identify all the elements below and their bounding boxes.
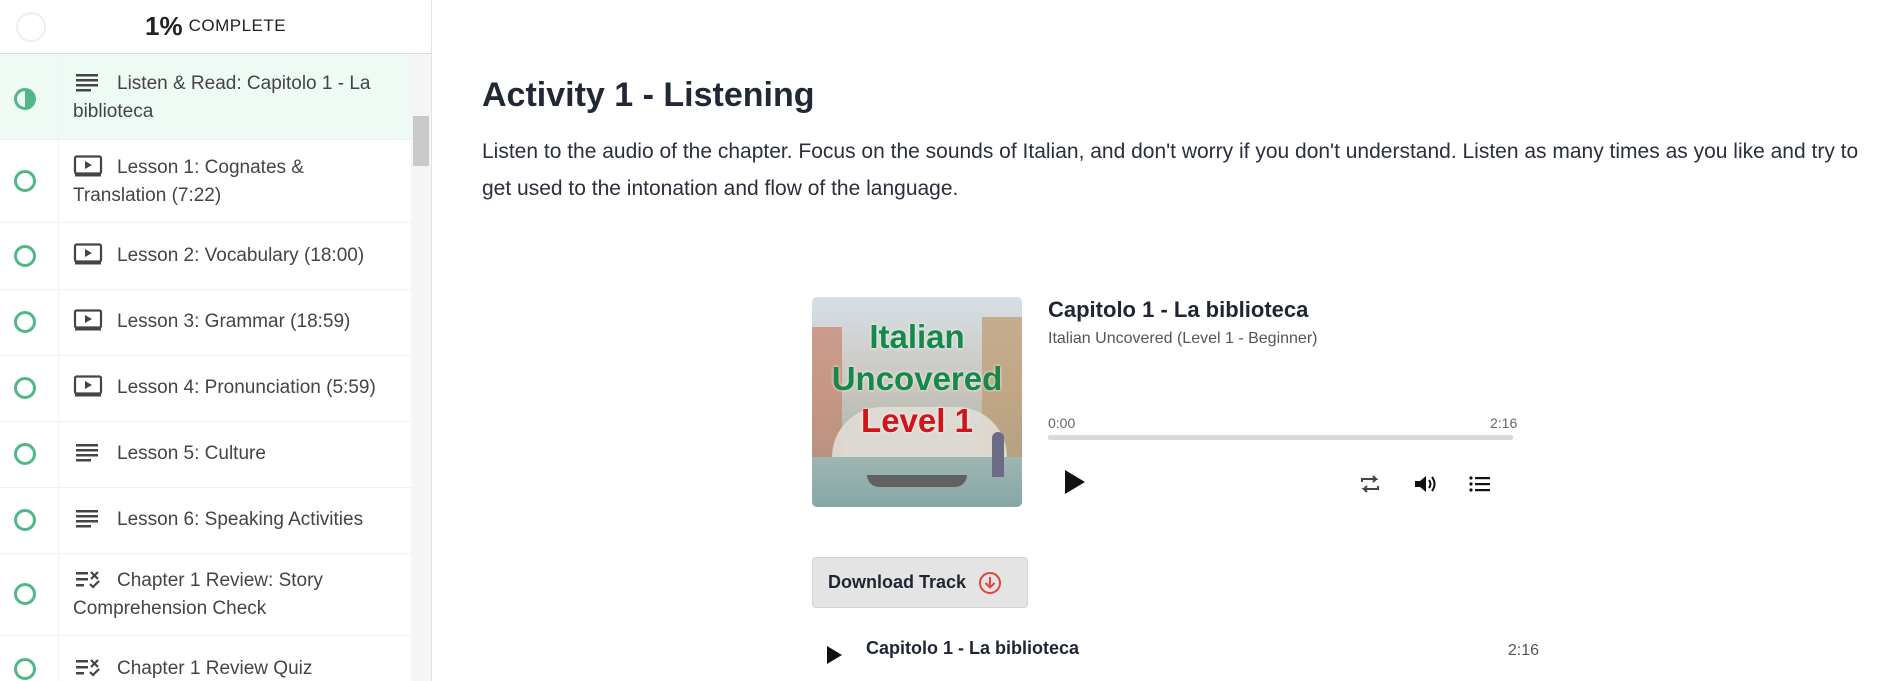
page-title: Activity 1 - Listening — [482, 76, 815, 114]
scrollbar-thumb[interactable] — [413, 116, 429, 166]
incomplete-status-icon — [14, 509, 36, 531]
seek-bar[interactable] — [1048, 435, 1513, 440]
video-icon — [73, 155, 103, 177]
lesson-label: Lesson 2: Vocabulary (18:00) — [117, 245, 365, 266]
play-icon[interactable] — [824, 644, 844, 666]
audio-player: Italian Uncovered Level 1 Capitolo 1 - L… — [812, 297, 1547, 507]
incomplete-status-icon — [14, 311, 36, 333]
video-icon — [73, 375, 103, 397]
lesson-item-listen-read[interactable]: Listen & Read: Capitolo 1 - La bibliotec… — [0, 54, 411, 140]
lesson-item-review-quiz[interactable]: Chapter 1 Review Quiz — [0, 636, 411, 681]
track-list-item[interactable]: Capitolo 1 - La biblioteca 2:16 — [812, 630, 1547, 670]
incomplete-status-icon — [14, 245, 36, 267]
main-content: Activity 1 - Listening Listen to the aud… — [432, 0, 1887, 681]
quiz-icon — [76, 659, 100, 677]
lesson-label: Chapter 1 Review Quiz — [117, 658, 313, 679]
progress-header: 1% COMPLETE — [0, 0, 431, 54]
lesson-item-cognates[interactable]: Lesson 1: Cognates & Translation (7:22) — [0, 140, 411, 223]
incomplete-status-icon — [14, 170, 36, 192]
lesson-label: Lesson 3: Grammar (18:59) — [117, 311, 351, 332]
download-icon — [979, 571, 1002, 594]
lesson-item-grammar[interactable]: Lesson 3: Grammar (18:59) — [0, 289, 411, 356]
incomplete-status-icon — [14, 583, 36, 605]
activity-description: Listen to the audio of the chapter. Focu… — [482, 140, 1859, 200]
incomplete-status-icon — [14, 658, 36, 680]
track-list-duration: 2:16 — [1507, 642, 1539, 659]
text-lines-icon — [76, 510, 98, 528]
lesson-item-pronunciation[interactable]: Lesson 4: Pronunciation (5:59) — [0, 355, 411, 422]
cover-text-line2: Uncovered — [831, 360, 1003, 397]
half-complete-status-icon — [14, 88, 36, 110]
lesson-item-vocabulary[interactable]: Lesson 2: Vocabulary (18:00) — [0, 223, 411, 290]
lesson-label: Lesson 4: Pronunciation (5:59) — [117, 377, 376, 398]
progress-label: COMPLETE — [188, 16, 287, 35]
lesson-item-story-check[interactable]: Chapter 1 Review: Story Comprehension Ch… — [0, 553, 411, 636]
repeat-icon[interactable] — [1357, 473, 1383, 495]
course-sidebar: 1% COMPLETE Listen & Read: Capitolo 1 - … — [0, 0, 432, 681]
lesson-item-culture[interactable]: Lesson 5: Culture — [0, 421, 411, 488]
album-cover-image: Italian Uncovered Level 1 — [812, 297, 1022, 507]
video-icon — [73, 309, 103, 331]
sidebar-scrollbar[interactable] — [411, 54, 431, 681]
track-duration: 2:16 — [1490, 415, 1518, 431]
lesson-label: Chapter 1 Review: Story Comprehension Ch… — [73, 570, 323, 619]
track-list-title: Capitolo 1 - La biblioteca — [866, 638, 1080, 658]
incomplete-status-icon — [14, 377, 36, 399]
progress-percent: 1% — [145, 10, 183, 41]
volume-icon[interactable] — [1412, 473, 1438, 495]
track-subtitle: Italian Uncovered (Level 1 - Beginner) — [1048, 330, 1318, 347]
lesson-label: Listen & Read: Capitolo 1 - La bibliotec… — [73, 73, 371, 122]
quiz-icon — [76, 571, 100, 589]
incomplete-status-icon — [14, 443, 36, 465]
text-lines-icon — [76, 74, 98, 92]
download-track-button[interactable]: Download Track — [812, 557, 1028, 608]
cover-text-line3: Level 1 — [861, 402, 973, 439]
track-title: Capitolo 1 - La biblioteca — [1048, 297, 1309, 322]
lesson-label: Lesson 6: Speaking Activities — [117, 509, 364, 530]
faded-circle-icon — [16, 12, 46, 42]
lesson-item-speaking[interactable]: Lesson 6: Speaking Activities — [0, 487, 411, 554]
cover-text-line1: Italian — [869, 318, 965, 355]
lesson-label: Lesson 5: Culture — [117, 443, 266, 464]
text-lines-icon — [76, 444, 98, 462]
video-icon — [73, 243, 103, 265]
lesson-label: Lesson 1: Cognates & Translation (7:22) — [73, 157, 304, 206]
current-time: 0:00 — [1048, 415, 1076, 431]
play-icon[interactable] — [1056, 465, 1090, 499]
progress-indicator: 1% COMPLETE — [145, 6, 286, 46]
playlist-icon[interactable] — [1467, 473, 1493, 495]
download-label: Download Track — [828, 572, 967, 592]
